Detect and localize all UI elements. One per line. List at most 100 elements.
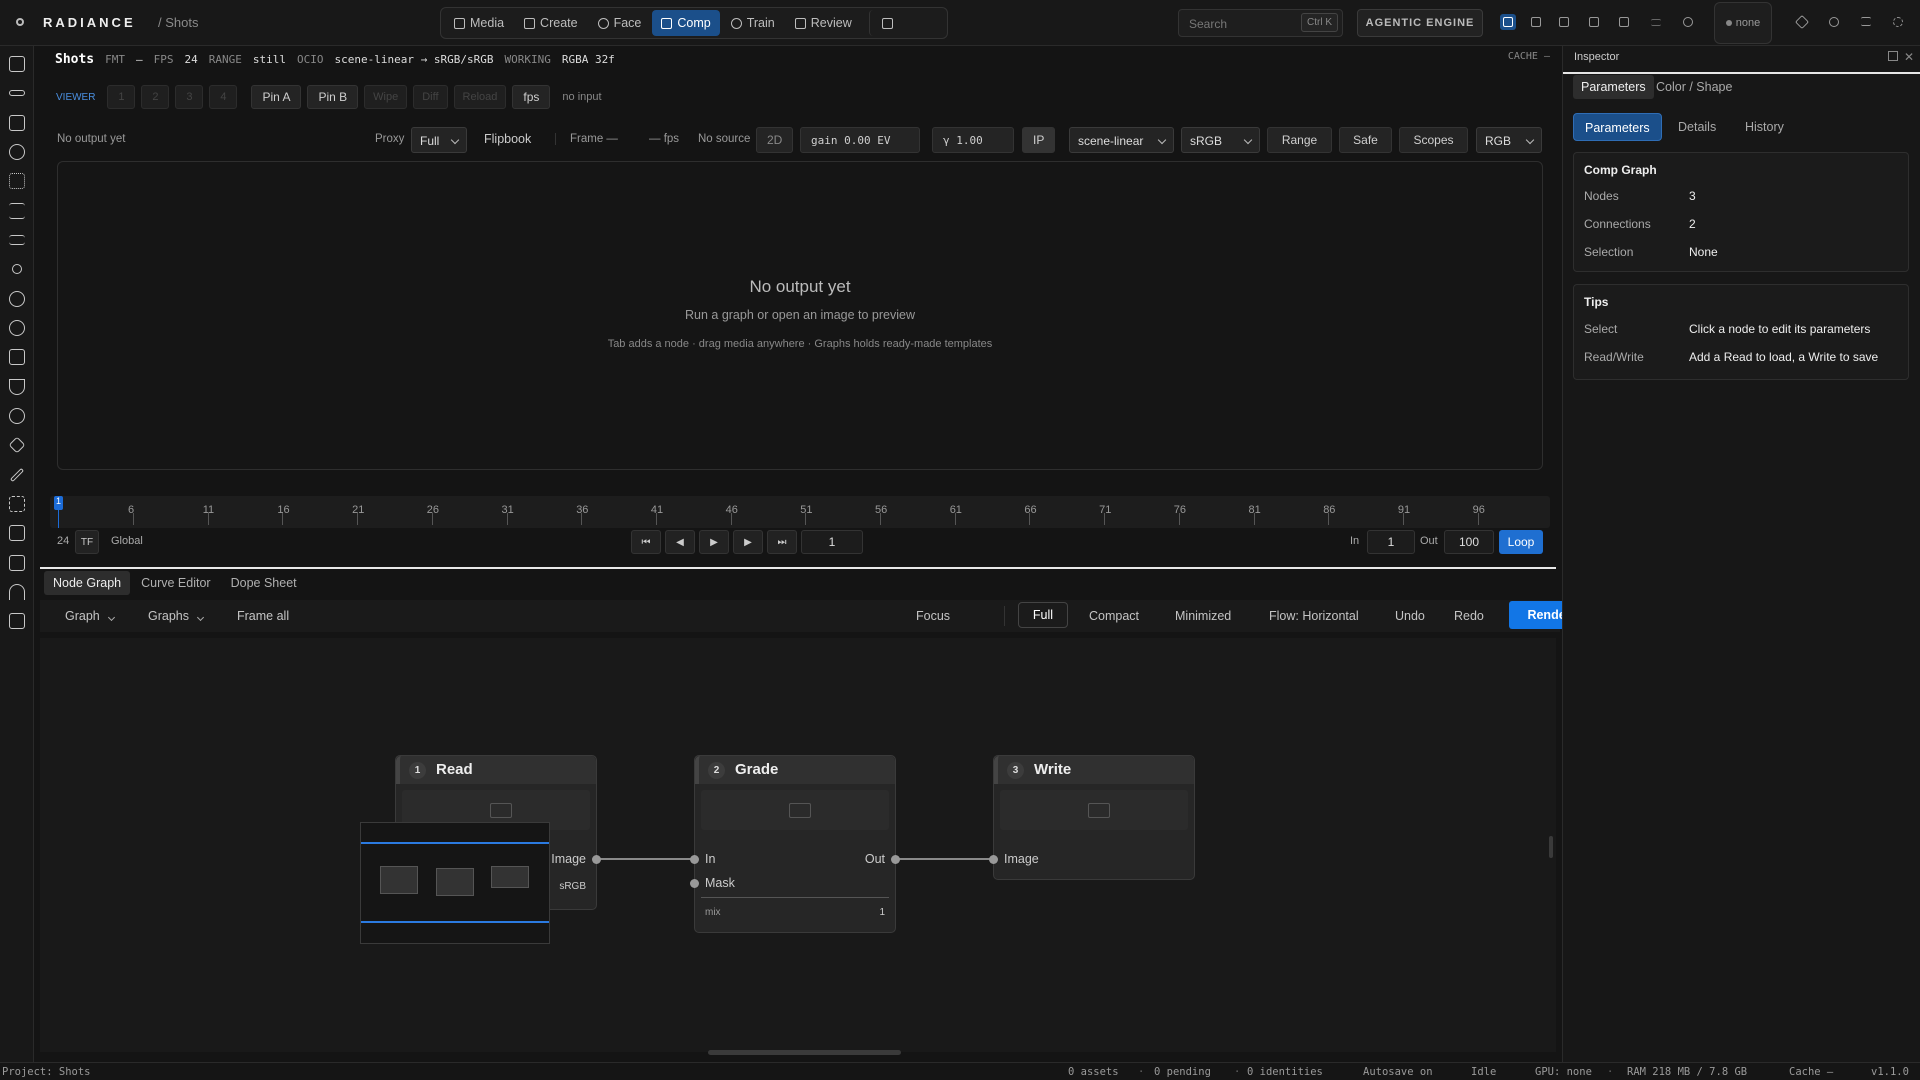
- display-select[interactable]: sRGB: [1181, 127, 1260, 153]
- playhead[interactable]: 1: [54, 496, 63, 510]
- timeline-scope[interactable]: Global: [111, 535, 143, 547]
- sliders-tool-icon[interactable]: [6, 229, 28, 251]
- viewer-slot-2[interactable]: 2: [141, 85, 170, 109]
- step-back-button[interactable]: ◀: [665, 530, 695, 554]
- nav-review[interactable]: Review: [786, 10, 861, 36]
- fullscreen-icon[interactable]: [1616, 14, 1632, 30]
- pin-a-button[interactable]: Pin A: [251, 85, 302, 109]
- agentic-engine-button[interactable]: AGENTIC ENGINE: [1357, 9, 1483, 37]
- graph-vertical-scrollbar[interactable]: [1549, 836, 1553, 858]
- filter-tool-icon[interactable]: [6, 376, 28, 398]
- viewer-slot-3[interactable]: 3: [175, 85, 204, 109]
- contrast-tool-icon[interactable]: [6, 141, 28, 163]
- range-button[interactable]: Range: [1267, 127, 1332, 153]
- brush-tool-icon[interactable]: [6, 464, 28, 486]
- settings-icon[interactable]: [1890, 14, 1906, 30]
- menu-icon[interactable]: [1858, 14, 1874, 30]
- current-frame-field[interactable]: 1: [801, 530, 863, 554]
- viewer-slot-4[interactable]: 4: [209, 85, 238, 109]
- graphs-menu[interactable]: Graphs: [148, 609, 189, 623]
- flipbook-button[interactable]: Flipbook: [484, 132, 531, 146]
- detach-icon[interactable]: [1888, 51, 1898, 61]
- play-button[interactable]: ▶: [699, 530, 729, 554]
- graph-horizontal-scrollbar[interactable]: [708, 1050, 901, 1055]
- output-port[interactable]: [891, 855, 900, 864]
- flow-direction-button[interactable]: Flow: Horizontal: [1269, 609, 1359, 623]
- nav-media[interactable]: Media: [445, 10, 513, 36]
- tab-dope-sheet[interactable]: Dope Sheet: [222, 571, 306, 595]
- nav-train[interactable]: Train: [722, 10, 784, 36]
- subtab-parameters[interactable]: Parameters: [1573, 113, 1662, 141]
- input-port-mask[interactable]: [690, 879, 699, 888]
- close-icon[interactable]: ✕: [1904, 50, 1914, 64]
- graph-minimap[interactable]: [360, 822, 550, 944]
- nav-create[interactable]: Create: [515, 10, 587, 36]
- layout-split-icon[interactable]: [1528, 14, 1544, 30]
- copy-tool-icon[interactable]: [6, 346, 28, 368]
- viewer-canvas[interactable]: No output yet Run a graph or open an ima…: [57, 161, 1543, 470]
- channels-select[interactable]: RGB: [1476, 127, 1542, 153]
- wipe-button[interactable]: Wipe: [364, 85, 408, 109]
- image-tool-icon[interactable]: [6, 112, 28, 134]
- out-point-field[interactable]: 100: [1444, 530, 1494, 554]
- import-tool-icon[interactable]: [6, 552, 28, 574]
- step-forward-button[interactable]: ▶: [733, 530, 763, 554]
- panel-divider[interactable]: [40, 567, 1556, 569]
- breadcrumb[interactable]: / Shots: [158, 15, 198, 30]
- bezier-tool-icon[interactable]: [6, 581, 28, 603]
- ip-button[interactable]: IP: [1022, 127, 1056, 153]
- full-view-button[interactable]: Full: [1018, 602, 1068, 628]
- pin-b-button[interactable]: Pin B: [307, 85, 359, 109]
- tab-color-shape[interactable]: Color / Shape: [1648, 75, 1740, 99]
- layout-single-icon[interactable]: [1500, 14, 1516, 30]
- layout-grid-icon[interactable]: [1556, 14, 1572, 30]
- go-start-button[interactable]: ⏮: [631, 530, 661, 554]
- minimized-view-button[interactable]: Minimized: [1175, 609, 1231, 623]
- viewer-tool-icon[interactable]: [6, 53, 28, 75]
- redo-button[interactable]: Redo: [1454, 609, 1484, 623]
- undo-button[interactable]: Undo: [1395, 609, 1425, 623]
- node-grade[interactable]: 2 Grade In Mask Out mix 1: [690, 755, 900, 933]
- colorspace-select[interactable]: scene-linear: [1069, 127, 1174, 153]
- share-tool-icon[interactable]: [6, 258, 28, 280]
- tab-node-graph[interactable]: Node Graph: [44, 571, 131, 595]
- search-input[interactable]: Search Ctrl K: [1178, 9, 1343, 37]
- tab-parameters[interactable]: Parameters: [1573, 75, 1654, 99]
- list-tool-icon[interactable]: [6, 200, 28, 222]
- external-tool-icon[interactable]: [6, 610, 28, 632]
- loop-toggle[interactable]: Loop: [1499, 530, 1543, 554]
- tf-button[interactable]: TF: [75, 530, 99, 554]
- timeline-ruler[interactable]: 6 11 16 21 26 31 36 41 46 51 56 61 66 71 76 81 86 91 96: [50, 496, 1550, 528]
- mode-2d-button[interactable]: 2D: [756, 127, 794, 153]
- plug-icon[interactable]: [1826, 14, 1842, 30]
- clock-tool-icon[interactable]: [6, 317, 28, 339]
- go-end-button[interactable]: ⏭: [767, 530, 797, 554]
- reload-button[interactable]: Reload: [453, 85, 507, 109]
- face-tool-icon[interactable]: [6, 288, 28, 310]
- proxy-select[interactable]: Full: [411, 127, 467, 153]
- input-port-image[interactable]: [989, 855, 998, 864]
- gain-field[interactable]: gain 0.00 EV: [800, 127, 920, 153]
- nav-comp[interactable]: Comp: [652, 10, 720, 36]
- export-tool-icon[interactable]: [6, 522, 28, 544]
- timeline-tool-icon[interactable]: [6, 82, 28, 104]
- nav-face[interactable]: Face: [589, 10, 651, 36]
- graph-menu[interactable]: Graph: [65, 609, 100, 623]
- tab-curve-editor[interactable]: Curve Editor: [132, 571, 219, 595]
- focus-button[interactable]: Focus: [916, 609, 950, 623]
- safe-button[interactable]: Safe: [1339, 127, 1392, 153]
- gpu-selector[interactable]: none: [1714, 2, 1772, 44]
- grid-tool-icon[interactable]: [6, 170, 28, 192]
- target-tool-icon[interactable]: [6, 405, 28, 427]
- stack-icon[interactable]: [1794, 14, 1810, 30]
- split-view-button[interactable]: [868, 10, 902, 36]
- node-write[interactable]: 3 Write Image: [989, 755, 1195, 880]
- frame-all-button[interactable]: Frame all: [237, 609, 289, 623]
- viewer-slot-1[interactable]: 1: [107, 85, 136, 109]
- subtab-details[interactable]: Details: [1667, 113, 1727, 141]
- input-port-in[interactable]: [690, 855, 699, 864]
- scopes-button[interactable]: Scopes: [1399, 127, 1468, 153]
- param-mix-value[interactable]: 1: [879, 907, 885, 918]
- swap-icon[interactable]: [1648, 14, 1664, 30]
- in-point-field[interactable]: 1: [1367, 530, 1415, 554]
